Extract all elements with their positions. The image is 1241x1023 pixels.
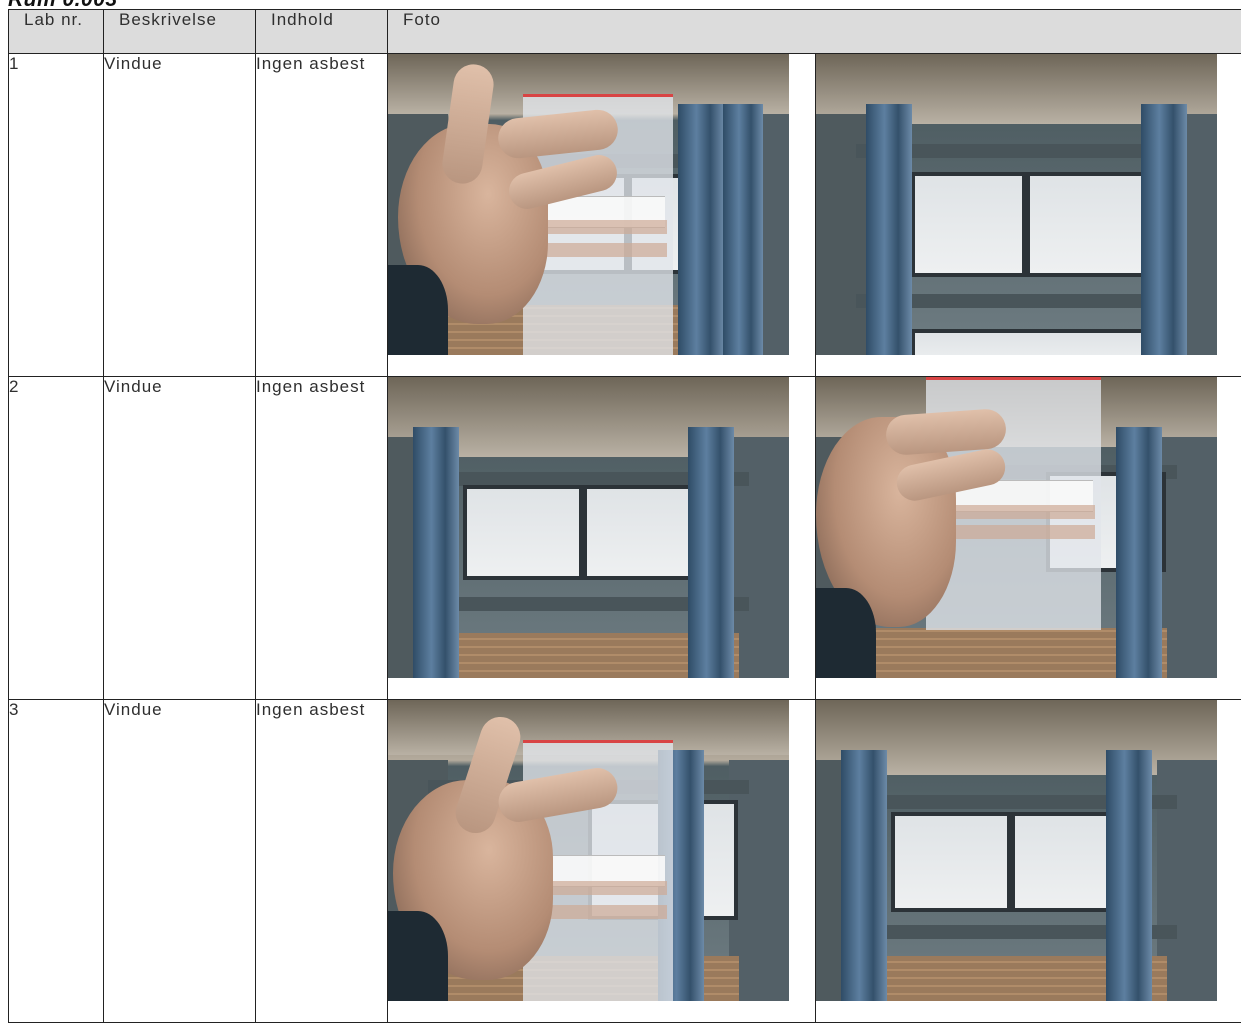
table-header-row: Lab nr. Beskrivelse Indhold Foto — [9, 10, 1241, 54]
sample-photo — [816, 377, 1217, 678]
header-beskrivelse: Beskrivelse — [104, 10, 256, 54]
table-row: 3 Vindue Ingen asbest — [9, 700, 1241, 1023]
cell-photo — [388, 377, 816, 700]
header-indhold: Indhold — [256, 10, 388, 54]
cell-photo — [816, 377, 1241, 700]
cell-indhold: Ingen asbest — [256, 54, 388, 377]
sample-table: Lab nr. Beskrivelse Indhold Foto 1 Vindu… — [8, 9, 1241, 1023]
sample-photo — [816, 700, 1217, 1001]
sample-photo — [388, 54, 789, 355]
cell-beskrivelse: Vindue — [104, 54, 256, 377]
header-lab-nr: Lab nr. — [9, 10, 104, 54]
sample-photo — [816, 54, 1217, 355]
sample-photo — [388, 377, 789, 678]
sample-photo — [388, 700, 789, 1001]
cell-beskrivelse: Vindue — [104, 377, 256, 700]
header-foto: Foto — [388, 10, 1241, 54]
cell-indhold: Ingen asbest — [256, 700, 388, 1023]
cell-photo — [816, 700, 1241, 1023]
table-row: 2 Vindue Ingen asbest — [9, 377, 1241, 700]
table-row: 1 Vindue Ingen asbest — [9, 54, 1241, 377]
cell-indhold: Ingen asbest — [256, 377, 388, 700]
cell-photo — [816, 54, 1241, 377]
cell-beskrivelse: Vindue — [104, 700, 256, 1023]
cell-lab-nr: 2 — [9, 377, 104, 700]
cell-photo — [388, 700, 816, 1023]
cell-lab-nr: 3 — [9, 700, 104, 1023]
cell-photo — [388, 54, 816, 377]
cell-lab-nr: 1 — [9, 54, 104, 377]
